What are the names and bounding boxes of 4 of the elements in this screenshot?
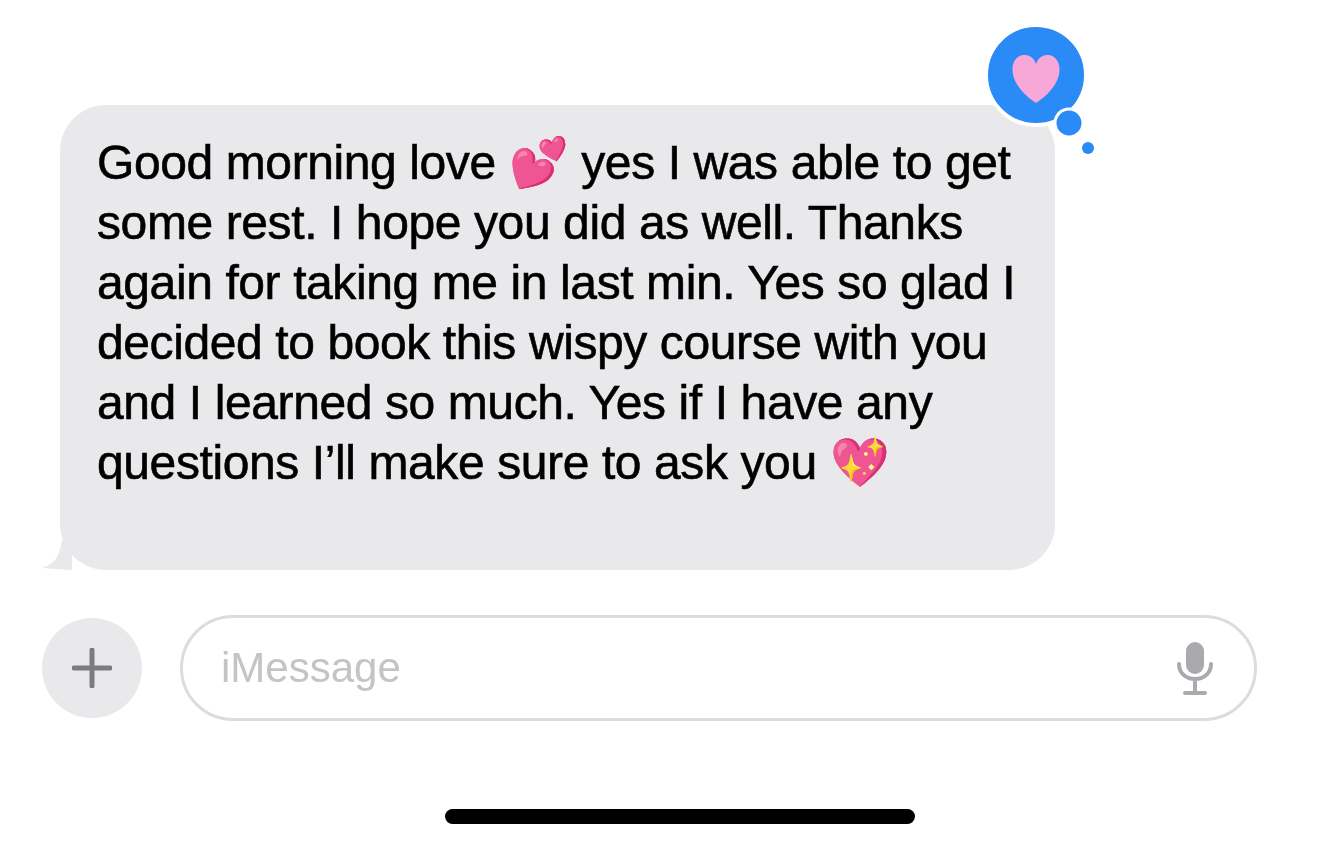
- message-input-field[interactable]: iMessage: [180, 615, 1257, 721]
- microphone-icon[interactable]: [1175, 640, 1215, 696]
- message-text: Good morning love 💕 yes I was able to get some rest. I hope you did as well. Thanks again for taking me in last min. Yes so glad I decided to book this wispy course with you and I learned so much. Yes if I have any questions I’ll make sure to ask you 💖: [97, 135, 1017, 491]
- plus-icon: [72, 648, 112, 688]
